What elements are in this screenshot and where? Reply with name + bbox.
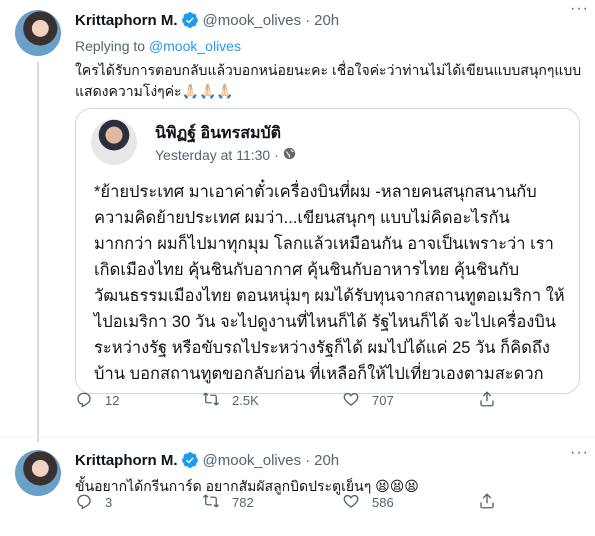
like-count: 586 xyxy=(372,494,394,510)
quoted-post-body: *ย้ายประเทศ มาเอาค่าตั๋วเครื่องบินที่ผม … xyxy=(94,183,565,383)
author-handle[interactable]: @mook_olives xyxy=(203,452,302,469)
reply-button[interactable]: 3 xyxy=(75,492,112,513)
reply-count: 3 xyxy=(105,494,113,510)
reply-icon xyxy=(75,390,93,411)
quoted-author-name: นิพิฏฐ์ อินทรสมบัติ xyxy=(155,125,282,142)
quoted-author-avatar xyxy=(91,119,137,165)
separator-dot: · xyxy=(305,11,311,29)
quoted-time-text: Yesterday at 11:30 · xyxy=(155,147,279,163)
like-button[interactable]: 707 xyxy=(342,390,394,411)
avatar[interactable] xyxy=(15,10,61,56)
separator-dot: · xyxy=(305,451,311,469)
share-button[interactable] xyxy=(478,492,496,513)
author-handle[interactable]: @mook_olives xyxy=(203,12,302,29)
quoted-post-card[interactable]: นิพิฏฐ์ อินทรสมบัติ Yesterday at 11:30 ·… xyxy=(75,108,580,394)
tweet-header: Krittaphorn M. @mook_olives · 20h xyxy=(75,450,583,470)
retweet-icon xyxy=(202,492,220,513)
globe-icon xyxy=(283,147,296,163)
replying-to: Replying to @mook_olives xyxy=(75,38,583,54)
thread-line xyxy=(37,62,39,442)
reply-icon xyxy=(75,492,93,513)
avatar[interactable] xyxy=(15,450,61,496)
reply-button[interactable]: 12 xyxy=(75,390,119,411)
reply-count: 12 xyxy=(105,392,120,408)
tweet-2[interactable]: ··· Krittaphorn M. @mook_olives · 20h ขั… xyxy=(0,436,595,536)
timestamp[interactable]: 20h xyxy=(314,12,339,29)
share-icon xyxy=(478,390,496,411)
tweet-text: ใครได้รับการตอบกลับแล้วบอกหน่อยนะคะ เชื่… xyxy=(75,62,582,99)
replying-to-link[interactable]: @mook_olives xyxy=(149,38,241,54)
share-button[interactable] xyxy=(478,390,496,411)
replying-prefix: Replying to xyxy=(75,38,146,54)
verified-badge-icon xyxy=(181,11,199,29)
tweet-text: ขั้นอยากได้กรีนการ์ด อยากสัมผัสลูกบิดประ… xyxy=(75,478,419,494)
like-count: 707 xyxy=(372,392,394,408)
tweet-content: Krittaphorn M. @mook_olives · 20h Replyi… xyxy=(75,10,583,394)
share-icon xyxy=(478,492,496,513)
heart-icon xyxy=(342,390,360,411)
verified-badge-icon xyxy=(181,451,199,469)
like-button[interactable]: 586 xyxy=(342,492,394,513)
author-name[interactable]: Krittaphorn M. xyxy=(75,452,178,469)
heart-icon xyxy=(342,492,360,513)
tweet-header: Krittaphorn M. @mook_olives · 20h xyxy=(75,10,583,30)
timestamp[interactable]: 20h xyxy=(314,452,339,469)
tweet-content: Krittaphorn M. @mook_olives · 20h ขั้นอย… xyxy=(75,450,583,497)
retweet-button[interactable]: 782 xyxy=(202,492,254,513)
retweet-button[interactable]: 2.5K xyxy=(202,390,259,411)
retweet-icon xyxy=(202,390,220,411)
retweet-count: 782 xyxy=(232,494,254,510)
author-name[interactable]: Krittaphorn M. xyxy=(75,12,178,29)
tweet-1[interactable]: ··· Krittaphorn M. @mook_olives · 20h Re… xyxy=(0,0,595,442)
retweet-count: 2.5K xyxy=(232,392,259,408)
quoted-post-time: Yesterday at 11:30 · xyxy=(155,147,296,163)
